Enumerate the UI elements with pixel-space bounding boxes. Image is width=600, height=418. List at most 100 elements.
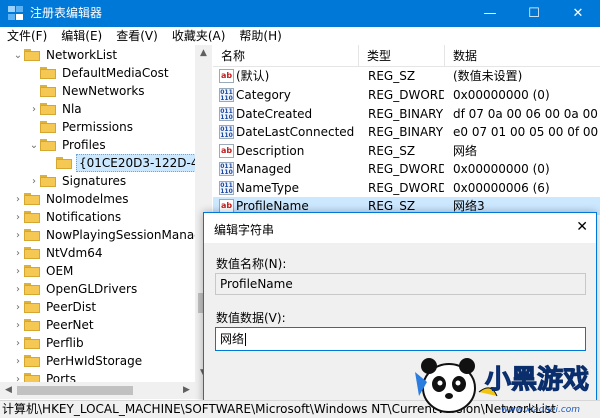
dialog-close-icon[interactable]: ✕ (576, 219, 588, 235)
tree-item-label: NowPlayingSessionManager (46, 228, 212, 242)
tree-item-label: Profiles (62, 138, 106, 152)
expand-icon[interactable]: › (12, 356, 24, 367)
scroll-up-icon[interactable]: ▲ (195, 45, 212, 62)
dialog-title-bar: 编辑字符串 ✕ (204, 213, 596, 243)
expand-icon[interactable]: › (12, 266, 24, 277)
folder-icon (40, 139, 56, 151)
window-title: 注册表编辑器 (30, 6, 103, 20)
value-row[interactable]: 011 110 Category REG_DWORD 0x00000000 (0) (213, 86, 600, 104)
tree-item-notifications[interactable]: › Notifications (12, 208, 123, 226)
registry-editor-window: 注册表编辑器 — ☐ ✕ 文件(F) 编辑(E) 查看(V) 收藏夹(A) 帮助… (0, 0, 600, 418)
tree-item-label: NoImodelmes (46, 192, 129, 206)
binary-value-icon: 011 110 (219, 162, 234, 176)
tree-item-profiles[interactable]: ⌄ Profiles (28, 136, 108, 154)
tree-item-nla[interactable]: › Nla (28, 100, 84, 118)
dialog-title: 编辑字符串 (214, 223, 275, 237)
value-data: 0x00000000 (0) (453, 88, 550, 102)
maximize-button[interactable]: ☐ (512, 0, 556, 27)
expand-icon[interactable]: › (12, 230, 24, 241)
tree-item-label: Permissions (62, 120, 133, 134)
expand-icon[interactable]: › (12, 302, 24, 313)
tree-item-opengldrivers[interactable]: › OpenGLDrivers (12, 280, 139, 298)
folder-icon (40, 121, 56, 133)
string-value-icon: ab (219, 199, 234, 213)
tree-item-defaultmediacost[interactable]: DefaultMediaCost (28, 64, 171, 82)
tree-item-label: PeerNet (46, 318, 94, 332)
folder-icon (24, 229, 40, 241)
value-row[interactable]: 011 110 NameType REG_DWORD 0x00000006 (6) (213, 179, 600, 197)
value-data-input[interactable]: 网络 (215, 327, 586, 351)
tree-item-signatures[interactable]: › Signatures (28, 172, 128, 190)
scroll-thumb[interactable] (17, 386, 133, 395)
scroll-left-icon[interactable]: ◀ (0, 382, 17, 399)
menu-edit[interactable]: 编辑(E) (54, 27, 109, 45)
expand-icon[interactable]: › (12, 284, 24, 295)
column-header-type[interactable]: 类型 (359, 45, 445, 67)
expand-icon[interactable]: › (12, 248, 24, 259)
tree-item-profile-guid[interactable]: {01CE20D3-122D-4EF0- (44, 154, 211, 172)
value-type: REG_BINARY (368, 107, 444, 121)
expand-icon[interactable]: › (28, 176, 40, 187)
tree-item-label: OEM (46, 264, 74, 278)
tree-horizontal-scrollbar[interactable]: ◀ ▶ (0, 382, 195, 399)
value-type: REG_DWORD (368, 88, 444, 102)
tree-item-label: Signatures (62, 174, 127, 188)
expand-icon[interactable]: › (12, 212, 24, 223)
menu-view[interactable]: 查看(V) (109, 27, 165, 45)
tree-item-permissions[interactable]: Permissions (28, 118, 135, 136)
tree-item-ntvdm64[interactable]: › NtVdm64 (12, 244, 104, 262)
tree-item-peerdist[interactable]: › PeerDist (12, 298, 98, 316)
tree-item-nowplaying[interactable]: › NowPlayingSessionManager (12, 226, 212, 244)
brand-text: 小黑游戏 (485, 365, 589, 395)
value-data-label: 数值数据(V): (216, 311, 286, 325)
minimize-button[interactable]: — (468, 0, 512, 27)
folder-icon (40, 175, 56, 187)
value-row[interactable]: ab (默认) REG_SZ (数值未设置) (213, 67, 600, 85)
value-type: REG_DWORD (368, 162, 444, 176)
tree-item-label: OpenGLDrivers (46, 282, 138, 296)
folder-icon (24, 211, 40, 223)
tree-item-label: NtVdm64 (46, 246, 103, 260)
menu-help[interactable]: 帮助(H) (232, 27, 288, 45)
tree-item-peernet[interactable]: › PeerNet (12, 316, 96, 334)
collapse-icon[interactable]: ⌄ (28, 140, 40, 151)
folder-icon (40, 85, 56, 97)
title-bar: 注册表编辑器 — ☐ ✕ (0, 0, 600, 27)
tree-item-perhwidstorage[interactable]: › PerHwIdStorage (12, 352, 144, 370)
expand-icon[interactable]: › (28, 104, 40, 115)
column-header-data[interactable]: 数据 (445, 45, 600, 67)
value-type: REG_SZ (368, 144, 416, 158)
close-button[interactable]: ✕ (556, 0, 600, 27)
value-name-field[interactable]: ProfileName (215, 273, 586, 295)
tree-item-label: NetworkList (46, 48, 118, 62)
tree-item-newnetworks[interactable]: NewNetworks (28, 82, 147, 100)
tree-item-networklist[interactable]: ⌄ NetworkList (12, 46, 119, 64)
menu-file[interactable]: 文件(F) (0, 27, 54, 45)
tree-item-perflib[interactable]: › Perflib (12, 334, 86, 352)
value-row[interactable]: 011 110 DateCreated REG_BINARY df 07 0a 0… (213, 105, 600, 123)
value-name: Managed (236, 162, 292, 176)
folder-icon (24, 49, 40, 61)
value-row[interactable]: ab Description REG_SZ 网络 (213, 142, 600, 160)
column-header-name[interactable]: 名称 (213, 45, 359, 67)
expand-icon[interactable]: › (12, 320, 24, 331)
expand-icon[interactable]: › (12, 338, 24, 349)
expand-icon[interactable]: › (12, 194, 24, 205)
value-data: 网络 (453, 144, 478, 158)
menu-favorites[interactable]: 收藏夹(A) (165, 27, 233, 45)
folder-icon (24, 283, 40, 295)
value-name: Description (236, 144, 305, 158)
registry-editor-icon (8, 6, 23, 20)
brand-url: www.xiaohei.com (501, 405, 580, 415)
value-name: Category (236, 88, 291, 102)
scroll-right-icon[interactable]: ▶ (178, 382, 195, 399)
tree-item-oem[interactable]: › OEM (12, 262, 75, 280)
collapse-icon[interactable]: ⌄ (12, 50, 24, 61)
value-data: e0 07 01 00 05 00 0f 00 0e 0 (453, 125, 600, 139)
value-row[interactable]: 011 110 Managed REG_DWORD 0x00000000 (0) (213, 160, 600, 178)
tree-item-noimodelmes[interactable]: › NoImodelmes (12, 190, 131, 208)
text-caret (245, 333, 247, 346)
value-type: REG_BINARY (368, 125, 444, 139)
value-row[interactable]: 011 110 DateLastConnected REG_BINARY e0 0… (213, 123, 600, 141)
binary-value-icon: 011 110 (219, 125, 234, 139)
